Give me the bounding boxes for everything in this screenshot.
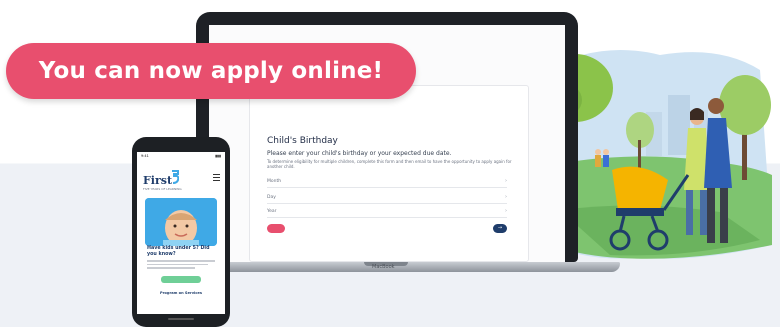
apply-online-banner[interactable]: You can now apply online! [6, 43, 416, 99]
day-select[interactable]: Day › [267, 191, 507, 204]
hamburger-menu-icon[interactable] [213, 174, 220, 181]
month-select[interactable]: Month › [267, 175, 507, 188]
year-placeholder: Year [267, 208, 277, 214]
form-help-text: To determine eligibility for multiple ch… [267, 159, 512, 169]
phone-tagline: FIVE YEARS OF LEARNING [143, 187, 182, 191]
banner-text: You can now apply online! [38, 58, 384, 84]
five-mark-icon [172, 170, 179, 184]
back-button[interactable] [267, 224, 285, 233]
phone-body-text [147, 260, 215, 272]
year-select[interactable]: Year › [267, 205, 507, 218]
chevron-right-icon: › [505, 208, 507, 214]
phone-headline: Have kids under 5? Did you know? [147, 246, 210, 257]
promo-scene: MacBook Contact Info Child's Birthday Ad… [0, 0, 780, 327]
baby-hero-image [145, 198, 217, 246]
baby-photo-illustration [145, 198, 217, 246]
phone-program-link[interactable]: Program on Services [145, 291, 217, 295]
form-title: Child's Birthday [267, 136, 338, 146]
phone-screen: 9:41 ▮▮▮ First FIVE YEARS OF LEARNING Ha… [137, 152, 225, 314]
next-button[interactable]: → [493, 224, 507, 233]
chevron-right-icon: › [505, 178, 507, 184]
day-placeholder: Day [267, 194, 276, 200]
phone-signal-icon: ▮▮▮ [215, 154, 221, 158]
phone-home-indicator [168, 318, 194, 320]
month-placeholder: Month [267, 178, 282, 184]
phone-status-bar: 9:41 ▮▮▮ [141, 154, 221, 158]
chevron-right-icon: › [505, 194, 507, 200]
phone-status-time: 9:41 [141, 154, 149, 158]
phone-cta-button[interactable] [161, 276, 201, 283]
laptop-brand-label: MacBook [372, 264, 395, 270]
application-form-card [249, 85, 529, 262]
form-subtitle: Please enter your child's birthday or yo… [267, 150, 452, 157]
first5-logo[interactable]: First [143, 174, 172, 187]
